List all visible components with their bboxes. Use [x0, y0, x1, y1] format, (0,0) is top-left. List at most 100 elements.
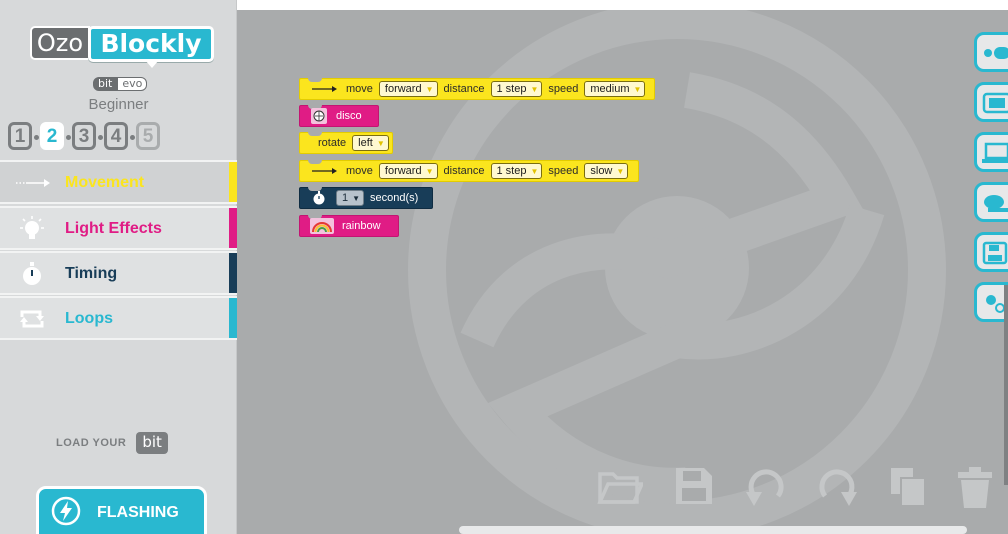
distance-label: distance [443, 83, 485, 95]
block-workspace[interactable]: move forward ▼ distance 1 step ▼ speed med… [237, 10, 1008, 534]
speed-label: speed [548, 165, 579, 177]
direction-value: forward [384, 165, 422, 177]
direction-value: forward [384, 83, 422, 95]
distance-dropdown[interactable]: 1 step ▼ [490, 163, 543, 179]
flashing-button[interactable]: FLASHING [36, 486, 207, 534]
category-light-color-bar [229, 208, 237, 248]
logo-ozo: Ozo [30, 26, 90, 60]
rotate-label: rotate [318, 137, 347, 149]
category-timing-color-bar [229, 253, 237, 293]
tv-icon [982, 92, 1008, 114]
bit-badge: bit [136, 432, 168, 454]
speed-value: slow [590, 165, 613, 177]
direction-dropdown[interactable]: forward ▼ [378, 81, 438, 97]
brain-tab[interactable] [974, 182, 1008, 222]
direction-dropdown[interactable]: forward ▼ [378, 163, 438, 179]
move-block[interactable]: move forward ▼ distance 1 step ▼ speed med… [299, 78, 655, 100]
speed-value: medium [590, 83, 630, 95]
category-movement[interactable]: Movement [0, 160, 237, 204]
arrow-right-icon [16, 179, 50, 187]
version-bit[interactable]: bit [93, 77, 118, 91]
category-timing[interactable]: Timing [0, 251, 237, 295]
speed-label: speed [548, 83, 579, 95]
save-cloud-icon [982, 241, 1008, 265]
block-notch [308, 132, 322, 136]
distance-label: distance [443, 165, 485, 177]
undo-icon[interactable] [742, 462, 788, 510]
dropdown-arrow-icon: ▼ [425, 166, 434, 176]
level-label: Beginner [88, 96, 149, 113]
horizontal-scrollbar[interactable] [459, 526, 967, 534]
seconds-label: second(s) [370, 192, 419, 204]
lightning-icon [51, 496, 81, 526]
category-movement-color-bar [229, 162, 237, 202]
category-light-effects[interactable]: Light Effects [0, 206, 237, 250]
dropdown-arrow-icon: ▼ [530, 84, 539, 94]
rainbow-icon [310, 218, 334, 234]
load-your-bit-button[interactable]: LOAD YOUR bit [56, 432, 168, 454]
version-switch[interactable]: bit evo [93, 77, 148, 93]
line-following-icon [984, 47, 1008, 59]
copy-icon[interactable] [885, 462, 931, 510]
distance-value: 1 step [496, 83, 527, 95]
save-icon[interactable] [670, 462, 716, 510]
dropdown-arrow-icon: ▼ [352, 193, 361, 203]
save-cloud-tab[interactable] [974, 232, 1008, 272]
stopwatch-icon [23, 262, 41, 285]
loop-icon [20, 310, 44, 328]
speed-dropdown[interactable]: slow ▼ [584, 163, 629, 179]
arrow-right-icon [312, 168, 337, 174]
line-following-tab[interactable] [974, 32, 1008, 72]
rotate-block[interactable]: rotate left ▼ [299, 132, 393, 154]
dropdown-arrow-icon: ▼ [633, 84, 642, 94]
move-block[interactable]: move forward ▼ distance 1 step ▼ speed slo… [299, 160, 639, 182]
level-1-button[interactable]: 1 [8, 122, 39, 150]
level-2-button[interactable]: 2 [40, 122, 71, 150]
arrow-right-icon [312, 86, 337, 92]
category-loops[interactable]: Loops [0, 296, 237, 340]
bulb-icon [20, 216, 44, 239]
speed-dropdown[interactable]: medium ▼ [584, 81, 646, 97]
redo-icon[interactable] [815, 462, 861, 510]
category-loops-label: Loops [65, 310, 113, 327]
load-your-text: LOAD YOUR [56, 437, 127, 449]
dropdown-arrow-icon: ▼ [530, 166, 539, 176]
sidebar: Ozo Blockly bit evo Beginner 1 2 3 4 5 M… [0, 0, 237, 534]
dropdown-arrow-icon: ▼ [616, 166, 625, 176]
disco-label: disco [336, 110, 362, 122]
right-panel-edge [1004, 285, 1008, 485]
disco-block[interactable]: disco [299, 105, 379, 127]
level-5-button[interactable]: 5 [136, 122, 160, 150]
dropdown-arrow-icon: ▼ [376, 138, 385, 148]
distance-value: 1 step [496, 165, 527, 177]
trash-icon[interactable] [952, 462, 998, 510]
category-light-effects-label: Light Effects [65, 220, 162, 237]
flashing-label: FLASHING [97, 504, 179, 521]
version-evo[interactable]: evo [117, 77, 148, 91]
move-label: move [346, 165, 373, 177]
distance-dropdown[interactable]: 1 step ▼ [490, 81, 543, 97]
folder-open-icon[interactable] [597, 462, 643, 510]
rainbow-label: rainbow [342, 220, 381, 232]
rainbow-block[interactable]: rainbow [299, 215, 399, 237]
move-label: move [346, 83, 373, 95]
category-loops-color-bar [229, 298, 237, 338]
tv-tab[interactable] [974, 82, 1008, 122]
wait-block[interactable]: 1 ▼ second(s) [299, 187, 433, 209]
disco-ball-icon [311, 108, 327, 124]
category-timing-label: Timing [65, 265, 118, 282]
level-selector: 1 2 3 4 5 [8, 122, 168, 150]
level-4-button[interactable]: 4 [104, 122, 135, 150]
laptop-tab[interactable] [974, 132, 1008, 172]
laptop-icon [982, 142, 1008, 163]
level-3-button[interactable]: 3 [72, 122, 103, 150]
seconds-dropdown[interactable]: 1 ▼ [336, 190, 365, 206]
rotate-direction-dropdown[interactable]: left ▼ [352, 135, 389, 151]
rotate-direction-value: left [358, 137, 373, 149]
settings-tab[interactable] [974, 282, 1008, 322]
stopwatch-icon [313, 191, 325, 205]
dropdown-arrow-icon: ▼ [425, 84, 434, 94]
logo-blockly: Blockly [88, 26, 214, 68]
brain-icon [984, 195, 1008, 212]
category-movement-label: Movement [65, 174, 145, 191]
